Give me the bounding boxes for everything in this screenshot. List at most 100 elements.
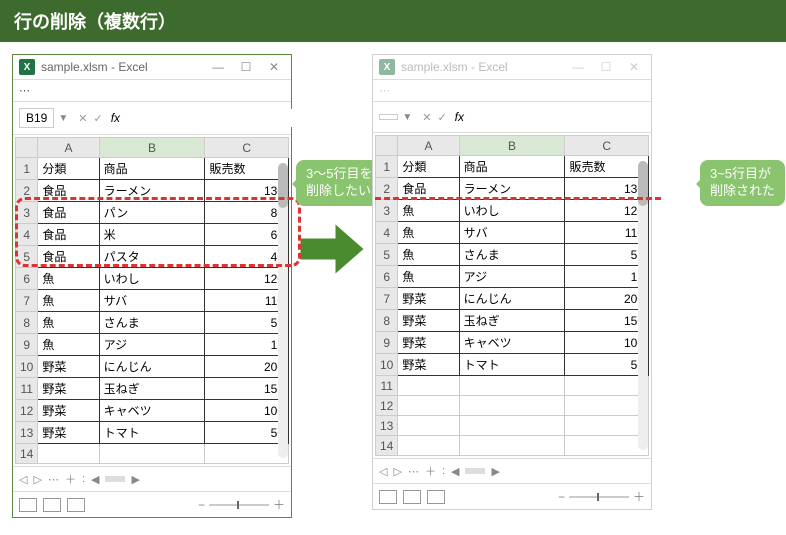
row-header[interactable]: 12: [376, 396, 398, 416]
row-header[interactable]: 9: [16, 334, 38, 356]
hscroll-left-icon[interactable]: ◀: [91, 473, 99, 486]
page-break-view-button[interactable]: [67, 498, 85, 512]
cell[interactable]: 15: [565, 266, 649, 288]
scrollbar-thumb[interactable]: [638, 161, 648, 206]
cancel-formula-icon[interactable]: ✕: [78, 112, 87, 125]
cell[interactable]: 玉ねぎ: [99, 378, 205, 400]
cell[interactable]: [459, 436, 565, 456]
cell[interactable]: 80: [205, 202, 289, 224]
cell[interactable]: [398, 376, 459, 396]
name-box-dropdown-icon[interactable]: ▼: [402, 112, 412, 123]
cell[interactable]: 110: [565, 222, 649, 244]
row-header[interactable]: 4: [376, 222, 398, 244]
cell[interactable]: [565, 396, 649, 416]
zoom-slider[interactable]: [209, 504, 269, 506]
cell[interactable]: サバ: [459, 222, 565, 244]
select-all-cell[interactable]: [376, 136, 398, 156]
cell[interactable]: [398, 416, 459, 436]
cell[interactable]: [38, 444, 99, 464]
cell[interactable]: 130: [205, 180, 289, 202]
cell[interactable]: パスタ: [99, 246, 205, 268]
sheet-nav[interactable]: ◁ ▷ ⋯ ＋ : ◀ ▶: [19, 471, 140, 487]
row-header[interactable]: 3: [376, 200, 398, 222]
sheet-more-icon[interactable]: ⋯: [48, 473, 59, 486]
cell[interactable]: 分類: [38, 158, 99, 180]
cell[interactable]: 130: [565, 178, 649, 200]
sheet-prev-icon[interactable]: ◁: [19, 473, 27, 486]
cell[interactable]: 販売数: [565, 156, 649, 178]
accept-formula-icon[interactable]: ✓: [437, 111, 446, 124]
cell[interactable]: [459, 376, 565, 396]
row-header[interactable]: 13: [16, 422, 38, 444]
row-header[interactable]: 13: [376, 416, 398, 436]
cell[interactable]: 食品: [38, 224, 99, 246]
cell[interactable]: パン: [99, 202, 205, 224]
page-layout-view-button[interactable]: [403, 490, 421, 504]
cell[interactable]: 55: [205, 312, 289, 334]
cell[interactable]: 50: [565, 354, 649, 376]
col-header[interactable]: A: [398, 136, 459, 156]
cell[interactable]: 40: [205, 246, 289, 268]
cell[interactable]: [459, 416, 565, 436]
close-button[interactable]: ✕: [623, 60, 645, 74]
cell[interactable]: 200: [205, 356, 289, 378]
hscroll-track[interactable]: [105, 476, 125, 482]
ribbon-more-icon[interactable]: ⋯: [379, 84, 392, 97]
cell[interactable]: 食品: [398, 178, 459, 200]
cell[interactable]: 商品: [99, 158, 205, 180]
hscroll-track[interactable]: [465, 468, 485, 474]
cell[interactable]: いわし: [99, 268, 205, 290]
row-header[interactable]: 1: [376, 156, 398, 178]
row-header[interactable]: 12: [16, 400, 38, 422]
cell[interactable]: ラーメン: [459, 178, 565, 200]
row-header[interactable]: 7: [376, 288, 398, 310]
cell[interactable]: トマト: [99, 422, 205, 444]
spreadsheet-grid[interactable]: ABC1分類商品販売数2食品ラーメン1303魚いわし1204魚サバ1105魚さん…: [375, 135, 649, 456]
cell[interactable]: 野菜: [398, 310, 459, 332]
cell[interactable]: キャベツ: [459, 332, 565, 354]
cell[interactable]: サバ: [99, 290, 205, 312]
cell[interactable]: 販売数: [205, 158, 289, 180]
row-header[interactable]: 9: [376, 332, 398, 354]
sheet-next-icon[interactable]: ▷: [33, 473, 41, 486]
cell[interactable]: 商品: [459, 156, 565, 178]
name-box-dropdown-icon[interactable]: ▼: [58, 113, 68, 124]
row-header[interactable]: 7: [16, 290, 38, 312]
zoom-control[interactable]: − ＋: [558, 488, 645, 505]
formula-input[interactable]: [124, 109, 301, 127]
cell[interactable]: 魚: [38, 268, 99, 290]
cell[interactable]: ラーメン: [99, 180, 205, 202]
cell[interactable]: 100: [565, 332, 649, 354]
normal-view-button[interactable]: [19, 498, 37, 512]
row-header[interactable]: 14: [376, 436, 398, 456]
fx-icon[interactable]: fx: [111, 111, 120, 125]
cell[interactable]: 魚: [38, 290, 99, 312]
row-header[interactable]: 8: [16, 312, 38, 334]
col-header[interactable]: B: [99, 138, 205, 158]
cell[interactable]: キャベツ: [99, 400, 205, 422]
maximize-button[interactable]: ☐: [595, 60, 617, 74]
row-header[interactable]: 5: [376, 244, 398, 266]
vertical-scrollbar[interactable]: [638, 161, 648, 450]
fx-icon[interactable]: fx: [455, 110, 464, 124]
vertical-scrollbar[interactable]: [278, 163, 288, 458]
minimize-button[interactable]: ―: [207, 60, 229, 74]
sheet-nav[interactable]: ◁ ▷ ⋯ ＋ : ◀ ▶: [379, 463, 500, 479]
cell[interactable]: 120: [565, 200, 649, 222]
row-header[interactable]: 11: [16, 378, 38, 400]
cell[interactable]: 野菜: [38, 400, 99, 422]
row-header[interactable]: 14: [16, 444, 38, 464]
row-header[interactable]: 10: [376, 354, 398, 376]
cell[interactable]: 食品: [38, 246, 99, 268]
spreadsheet-grid[interactable]: ABC1分類商品販売数2食品ラーメン1303食品パン804食品米605食品パスタ…: [15, 137, 289, 464]
cancel-formula-icon[interactable]: ✕: [422, 111, 431, 124]
cell[interactable]: 魚: [38, 312, 99, 334]
zoom-out-icon[interactable]: −: [198, 498, 205, 512]
cell[interactable]: [565, 376, 649, 396]
row-header[interactable]: 2: [16, 180, 38, 202]
sheet-prev-icon[interactable]: ◁: [379, 465, 387, 478]
zoom-control[interactable]: − ＋: [198, 496, 285, 513]
cell[interactable]: [565, 416, 649, 436]
ribbon-more-icon[interactable]: ⋯: [19, 84, 32, 97]
cell[interactable]: 野菜: [38, 422, 99, 444]
